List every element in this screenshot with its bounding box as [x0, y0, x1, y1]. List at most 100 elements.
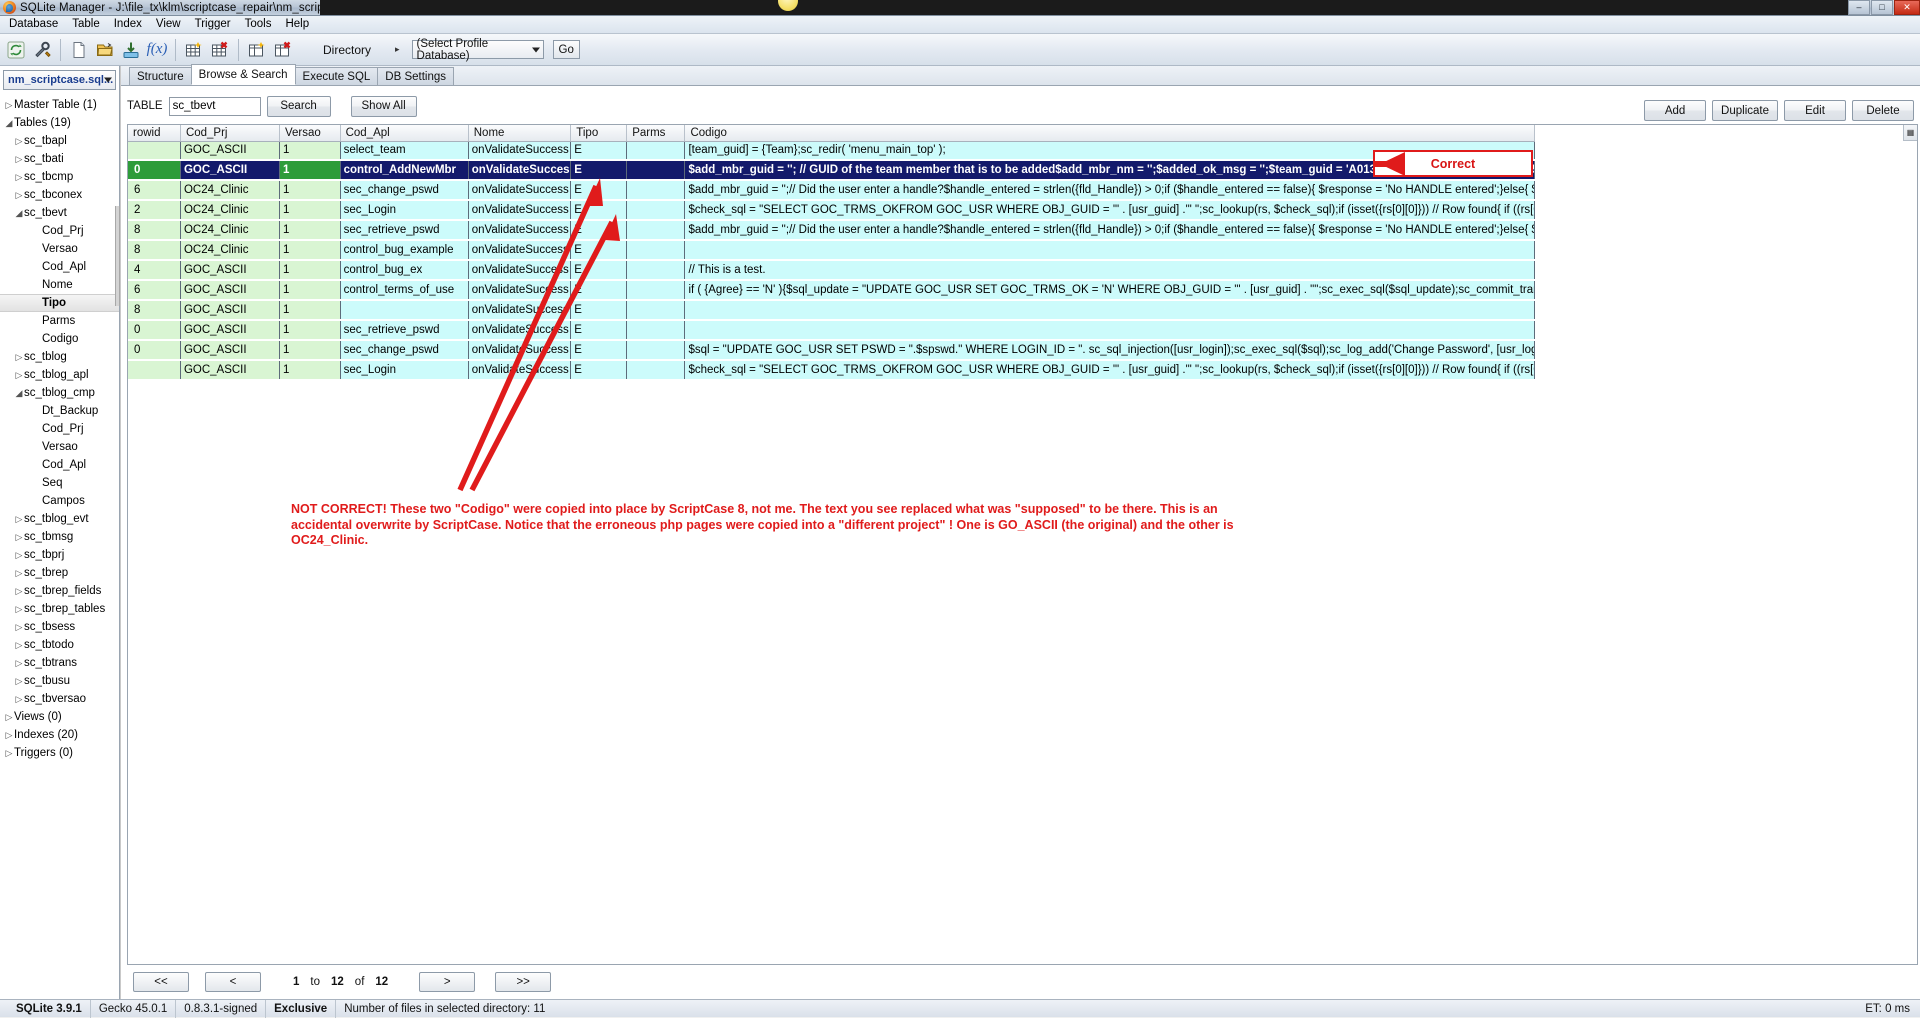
cell-cod_prj[interactable]: GOC_ASCII	[180, 301, 280, 319]
cell-versao[interactable]: 1	[279, 341, 341, 359]
cell-cod_prj[interactable]: GOC_ASCII	[180, 321, 280, 339]
cell-rowid[interactable]: 0	[128, 321, 181, 339]
tree-node-versao[interactable]: Versao	[0, 240, 119, 258]
menu-item-database[interactable]: Database	[2, 16, 65, 33]
show-all-button[interactable]: Show All	[350, 95, 417, 117]
tree-node-sc-tbcmp[interactable]: sc_tbcmp	[0, 168, 119, 186]
table-row[interactable]: 8 GOC_ASCII 1 onValidateSuccess E	[128, 301, 1535, 319]
twisty-closed-icon[interactable]	[4, 748, 14, 759]
cell-codigo[interactable]: $check_sql = "SELECT GOC_TRMS_OKFROM GOC…	[684, 361, 1535, 379]
cell-cod_prj[interactable]: OC24_Clinic	[180, 201, 280, 219]
twisty-closed-icon[interactable]	[14, 676, 24, 687]
grid-col-nome[interactable]: Nome	[468, 125, 572, 142]
refresh-icon[interactable]	[4, 38, 28, 62]
cell-parms[interactable]	[626, 181, 686, 199]
cell-cod_apl[interactable]: select_team	[340, 141, 469, 159]
tree-node-sc-tbevt[interactable]: sc_tbevt	[0, 204, 119, 222]
grid-col-cod_prj[interactable]: Cod_Prj	[180, 125, 280, 142]
twisty-closed-icon[interactable]	[14, 190, 24, 201]
cell-nome[interactable]: onValidateSuccess	[468, 221, 572, 239]
tree-node-sc-tbmsg[interactable]: sc_tbmsg	[0, 528, 119, 546]
table-row[interactable]: 0 GOC_ASCII 1 control_AddNewMbr onValidateSu…	[128, 161, 1535, 179]
close-button[interactable]: ✕	[1894, 0, 1920, 15]
cell-nome[interactable]: onValidateSuccess	[468, 321, 572, 339]
cell-codigo[interactable]: // This is a test.	[684, 261, 1535, 279]
cell-rowid[interactable]	[128, 361, 181, 379]
tree-node-master-table-1[interactable]: Master Table (1)	[0, 96, 119, 114]
delete-button[interactable]: Delete	[1852, 100, 1914, 121]
open-database-icon[interactable]	[93, 38, 117, 62]
tree-node-triggers-0[interactable]: Triggers (0)	[0, 744, 119, 762]
cell-nome[interactable]: onValidateSuccess	[468, 161, 572, 179]
cell-cod_prj[interactable]: GOC_ASCII	[180, 261, 280, 279]
tree-node-indexes-20[interactable]: Indexes (20)	[0, 726, 119, 744]
cell-parms[interactable]	[626, 141, 686, 159]
cell-versao[interactable]: 1	[279, 321, 341, 339]
cell-cod_prj[interactable]: OC24_Clinic	[180, 221, 280, 239]
tab-browse-search[interactable]: Browse & Search	[190, 64, 296, 85]
maximize-button[interactable]: □	[1871, 0, 1893, 15]
next-page-button[interactable]: >	[419, 972, 476, 992]
tree-node-sc-tblog-evt[interactable]: sc_tblog_evt	[0, 510, 119, 528]
twisty-open-icon[interactable]	[14, 208, 24, 219]
edit-button[interactable]: Edit	[1784, 100, 1846, 121]
cell-cod_prj[interactable]: OC24_Clinic	[180, 181, 280, 199]
cell-versao[interactable]: 1	[279, 221, 341, 239]
cell-versao[interactable]: 1	[279, 301, 341, 319]
grid-col-tipo[interactable]: Tipo	[570, 125, 628, 142]
twisty-closed-icon[interactable]	[14, 550, 24, 561]
cell-tipo[interactable]: E	[570, 261, 628, 279]
tree-node-sc-tbrep[interactable]: sc_tbrep	[0, 564, 119, 582]
tree-node-seq[interactable]: Seq	[0, 474, 119, 492]
cell-cod_prj[interactable]: GOC_ASCII	[180, 161, 280, 179]
tree-node-tables-19[interactable]: Tables (19)	[0, 114, 119, 132]
tree-node-sc-tbtrans[interactable]: sc_tbtrans	[0, 654, 119, 672]
tab-db-settings[interactable]: DB Settings	[377, 67, 455, 85]
twisty-closed-icon[interactable]	[14, 514, 24, 525]
tree-node-sc-tblog[interactable]: sc_tblog	[0, 348, 119, 366]
cell-nome[interactable]: onValidateSuccess	[468, 181, 572, 199]
tree-node-sc-tbrep-fields[interactable]: sc_tbrep_fields	[0, 582, 119, 600]
menu-item-table[interactable]: Table	[65, 16, 107, 33]
cell-parms[interactable]	[626, 301, 686, 319]
cell-parms[interactable]	[626, 341, 686, 359]
tree-node-campos[interactable]: Campos	[0, 492, 119, 510]
cell-rowid[interactable]: 8	[128, 301, 181, 319]
cell-codigo[interactable]: $add_mbr_guid = '';// Did the user enter…	[684, 221, 1535, 239]
cell-parms[interactable]	[626, 221, 686, 239]
cell-versao[interactable]: 1	[279, 261, 341, 279]
cell-cod_apl[interactable]: sec_retrieve_pswd	[340, 221, 469, 239]
duplicate-button[interactable]: Duplicate	[1712, 100, 1778, 121]
cell-rowid[interactable]	[128, 141, 181, 159]
menu-item-view[interactable]: View	[149, 16, 188, 33]
tree-node-sc-tbusu[interactable]: sc_tbusu	[0, 672, 119, 690]
twisty-closed-icon[interactable]	[14, 532, 24, 543]
cell-tipo[interactable]: E	[570, 181, 628, 199]
table-row[interactable]: 2 OC24_Clinic 1 sec_Login onValidateSuccess E…	[128, 201, 1535, 219]
twisty-closed-icon[interactable]	[14, 136, 24, 147]
prev-page-button[interactable]: <	[205, 972, 261, 992]
cell-tipo[interactable]: E	[570, 321, 628, 339]
cell-cod_prj[interactable]: GOC_ASCII	[180, 341, 280, 359]
menu-item-trigger[interactable]: Trigger	[188, 16, 238, 33]
tree-node-views-0[interactable]: Views (0)	[0, 708, 119, 726]
twisty-closed-icon[interactable]	[14, 640, 24, 651]
cell-versao[interactable]: 1	[279, 161, 341, 179]
cell-parms[interactable]	[626, 281, 686, 299]
last-page-button[interactable]: >>	[495, 972, 552, 992]
cell-parms[interactable]	[626, 261, 686, 279]
twisty-open-icon[interactable]	[14, 388, 24, 399]
cell-tipo[interactable]: E	[570, 221, 628, 239]
menu-item-help[interactable]: Help	[278, 16, 316, 33]
tree-node-parms[interactable]: Parms	[0, 312, 119, 330]
twisty-closed-icon[interactable]	[14, 172, 24, 183]
cell-cod_apl[interactable]: sec_retrieve_pswd	[340, 321, 469, 339]
twisty-closed-icon[interactable]	[14, 568, 24, 579]
table-row[interactable]: 0 GOC_ASCII 1 sec_retrieve_pswd onValidateSu…	[128, 321, 1535, 339]
cell-rowid[interactable]: 0	[128, 161, 181, 179]
table-row[interactable]: 8 OC24_Clinic 1 control_bug_example onValida…	[128, 241, 1535, 259]
profile-database-select[interactable]: (Select Profile Database)	[411, 38, 544, 62]
search-button[interactable]: Search	[266, 95, 331, 117]
cell-rowid[interactable]: 6	[128, 281, 181, 299]
table-row[interactable]: 6 GOC_ASCII 1 control_terms_of_use onValidat…	[128, 281, 1535, 299]
